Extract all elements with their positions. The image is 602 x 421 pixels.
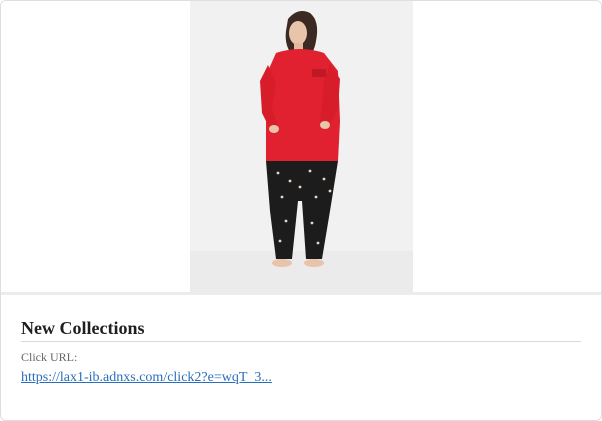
ad-info: New Collections Click URL: https://lax1-…	[21, 317, 581, 386]
click-url-label: Click URL:	[21, 350, 78, 364]
woman-in-pajamas-illustration	[190, 1, 413, 292]
ad-image-area	[1, 1, 601, 292]
ad-title: New Collections	[21, 318, 145, 338]
image-separator	[1, 292, 601, 295]
click-url-link[interactable]: https://lax1-ib.adnxs.com/click2?e=wqT_3…	[21, 369, 272, 386]
title-divider	[21, 341, 581, 342]
product-image[interactable]	[190, 1, 413, 292]
ad-preview-card: New Collections Click URL: https://lax1-…	[0, 0, 602, 421]
